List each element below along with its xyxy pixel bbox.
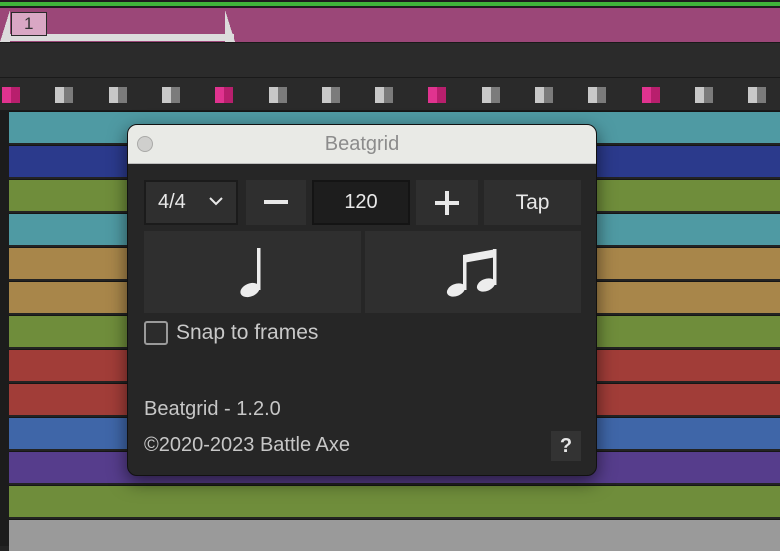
- help-button[interactable]: ?: [551, 431, 581, 461]
- copyright-text: ©2020-2023 Battle Axe: [144, 434, 350, 456]
- bpm-value: 120: [344, 191, 378, 213]
- beat-marker: [321, 87, 340, 103]
- beat-marker-row: [0, 78, 780, 111]
- beat-marker: [748, 87, 767, 103]
- snap-to-frames-label: Snap to frames: [176, 321, 319, 344]
- layer-bar[interactable]: [9, 485, 780, 517]
- beat-marker: [55, 87, 74, 103]
- dialog-title: Beatgrid: [324, 133, 400, 155]
- layer-gutter: [0, 110, 9, 546]
- eighth-notes-button[interactable]: [365, 231, 581, 313]
- bar-beat-marker: [2, 87, 20, 103]
- plus-icon: [435, 190, 459, 215]
- quarter-note-button[interactable]: [144, 231, 361, 313]
- bar-beat-marker: [641, 87, 660, 103]
- beatgrid-dialog: Beatgrid 4/4 120 Tap Snap to frames Beat…: [127, 124, 597, 476]
- tap-tempo-button[interactable]: Tap: [484, 180, 581, 225]
- beat-marker: [694, 87, 713, 103]
- time-signature-value: 4/4: [158, 191, 186, 213]
- beat-marker: [161, 87, 180, 103]
- layer-bar[interactable]: [9, 519, 780, 551]
- beat-marker: [481, 87, 500, 103]
- chevron-down-icon: [209, 197, 223, 206]
- comp-marker[interactable]: 1: [11, 12, 47, 36]
- comp-marker-label: 1: [24, 14, 34, 33]
- time-navigator-bar[interactable]: [0, 0, 780, 8]
- time-ruler[interactable]: [0, 43, 780, 78]
- help-label: ?: [559, 434, 573, 457]
- decrease-bpm-button[interactable]: [246, 180, 306, 225]
- beat-marker: [375, 87, 394, 103]
- beat-marker: [588, 87, 607, 103]
- minus-icon: [264, 199, 288, 204]
- dialog-titlebar[interactable]: Beatgrid: [128, 125, 596, 164]
- bar-beat-marker: [428, 87, 447, 103]
- time-signature-select[interactable]: 4/4: [144, 180, 238, 225]
- beat-marker: [268, 87, 287, 103]
- quarter-note-icon: [239, 248, 260, 298]
- bar-beat-marker: [215, 87, 234, 103]
- tap-label: Tap: [515, 190, 550, 214]
- beat-marker: [535, 87, 553, 103]
- increase-bpm-button[interactable]: [416, 180, 478, 225]
- bpm-field[interactable]: 120: [312, 180, 410, 225]
- snap-to-frames-checkbox[interactable]: [144, 321, 168, 345]
- beamed-eighth-notes-icon: [446, 249, 497, 297]
- close-icon[interactable]: [137, 136, 153, 152]
- snap-to-frames-option[interactable]: Snap to frames: [144, 321, 318, 345]
- work-area-end-handle[interactable]: [225, 10, 235, 42]
- beat-marker: [108, 87, 127, 103]
- version-text: Beatgrid - 1.2.0: [144, 398, 281, 420]
